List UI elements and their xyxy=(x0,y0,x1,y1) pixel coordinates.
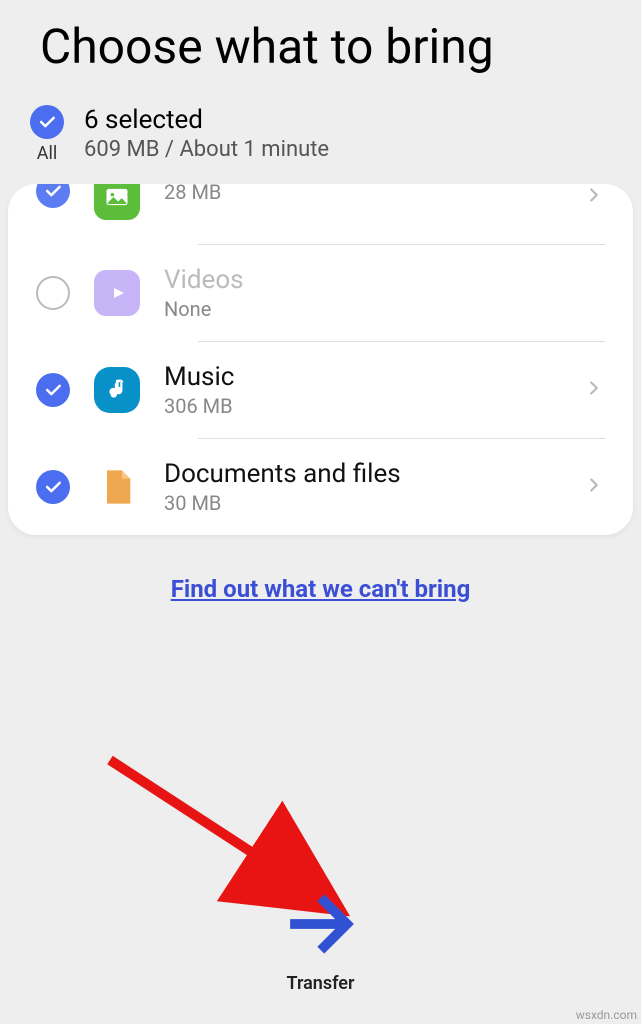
item-checkbox[interactable] xyxy=(36,276,70,310)
item-title: Documents and files xyxy=(164,459,559,489)
list-item[interactable]: Documents and files 30 MB xyxy=(8,439,633,535)
transfer-label: Transfer xyxy=(287,973,355,994)
select-all-checkbox[interactable] xyxy=(30,105,64,139)
list-item[interactable]: 28 MB xyxy=(8,184,633,244)
item-title: Videos xyxy=(164,265,605,295)
cant-bring-link[interactable]: Find out what we can't bring xyxy=(171,575,471,603)
transfer-button[interactable]: Transfer xyxy=(0,885,641,994)
item-checkbox[interactable] xyxy=(36,470,70,504)
item-title: Music xyxy=(164,362,559,392)
items-card: 28 MB Videos None Music 306 MB xyxy=(8,184,633,535)
page-title: Choose what to bring xyxy=(0,0,641,105)
item-sub: None xyxy=(164,297,605,321)
list-item[interactable]: Music 306 MB xyxy=(8,342,633,438)
select-all-row[interactable]: All 6 selected 609 MB / About 1 minute xyxy=(0,105,641,184)
music-icon xyxy=(94,367,140,413)
list-item[interactable]: Videos None xyxy=(8,245,633,341)
item-sub: 30 MB xyxy=(164,491,559,515)
item-sub: 28 MB xyxy=(164,184,559,204)
image-icon xyxy=(94,184,140,220)
selected-detail: 609 MB / About 1 minute xyxy=(84,137,329,162)
item-sub: 306 MB xyxy=(164,394,559,418)
arrow-right-icon xyxy=(282,885,360,967)
document-icon xyxy=(94,464,140,510)
watermark: wsxdn.com xyxy=(576,1008,637,1022)
chevron-right-icon xyxy=(583,474,605,500)
item-checkbox[interactable] xyxy=(36,184,70,208)
video-icon xyxy=(94,270,140,316)
chevron-right-icon xyxy=(583,377,605,403)
chevron-right-icon xyxy=(583,184,605,210)
select-all-label: All xyxy=(37,143,58,164)
selected-count: 6 selected xyxy=(84,105,329,135)
item-checkbox[interactable] xyxy=(36,373,70,407)
